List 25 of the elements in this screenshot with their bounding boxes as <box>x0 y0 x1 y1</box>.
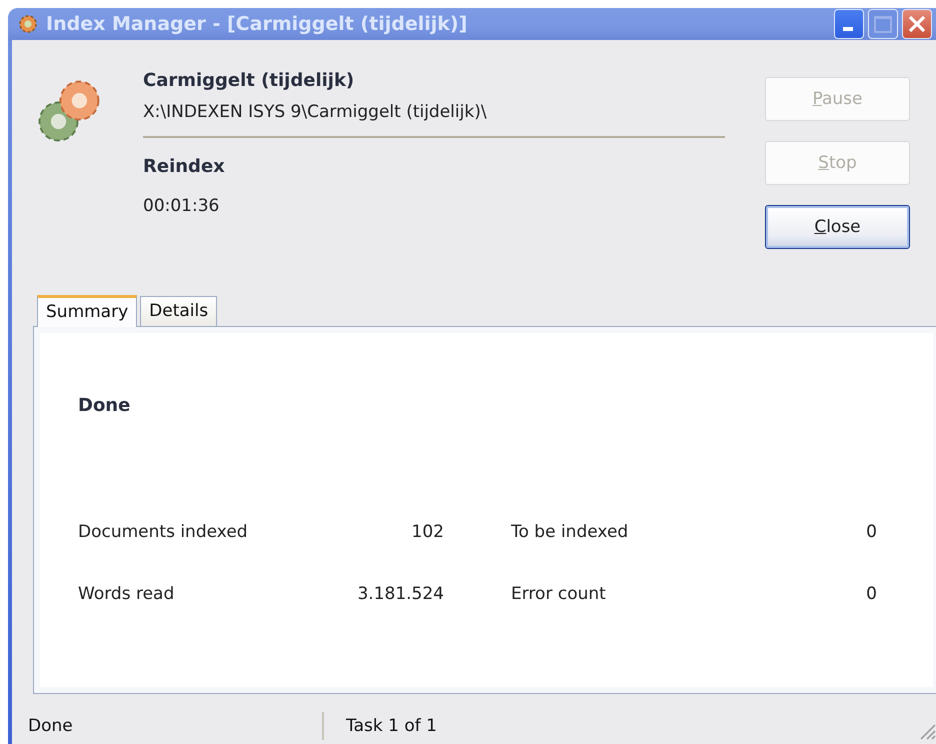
status-text: Done <box>12 712 324 740</box>
window-title: Index Manager - [Carmiggelt (tijdelijk)] <box>46 13 468 35</box>
summary-status: Done <box>78 395 132 416</box>
maximize-button[interactable] <box>868 9 898 39</box>
close-button[interactable] <box>902 9 932 39</box>
stat-label: Error count <box>511 584 607 604</box>
stat-value: 102 <box>410 522 444 542</box>
resize-grip-icon[interactable] <box>918 722 936 740</box>
stat-label: To be indexed <box>511 522 630 542</box>
stat-value: 0 <box>865 584 877 604</box>
tab[interactable]: Summary <box>37 295 138 327</box>
index-name: Carmiggelt (tijdelijk) <box>143 70 356 93</box>
stat-value: 3.181.524 <box>356 584 444 604</box>
status-text: Task 1 of 1 <box>345 716 437 736</box>
stat-label: Words read <box>78 584 176 604</box>
dialog-button[interactable]: Close <box>765 205 910 249</box>
operation-label: Reindex <box>143 156 226 179</box>
index-path: X:\INDEXEN ISYS 9\Carmiggelt (tijdelijk)\ <box>143 102 488 124</box>
close-icon <box>907 14 927 34</box>
gear-icon <box>18 14 38 34</box>
tab[interactable]: Details <box>140 296 218 326</box>
stat-label: Documents indexed <box>78 522 249 542</box>
elapsed-time: 00:01:36 <box>143 196 220 216</box>
minimize-button[interactable] <box>834 9 864 39</box>
stat-value: 0 <box>865 522 877 542</box>
